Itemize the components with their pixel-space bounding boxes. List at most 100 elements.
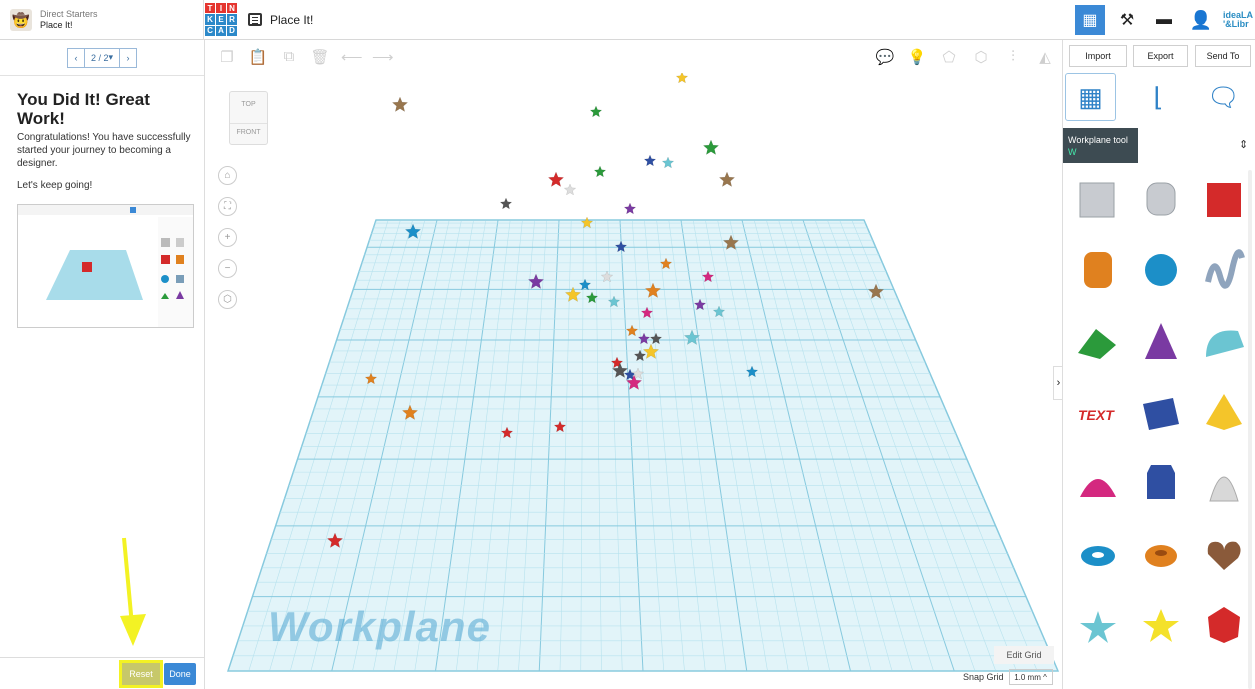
home-view-icon[interactable]: ⌂ <box>218 166 237 185</box>
fit-view-icon[interactable]: ⛶ <box>218 197 237 216</box>
polygon-shape[interactable] <box>1135 386 1187 438</box>
logo-letter: I <box>216 3 226 14</box>
zoom-in-icon[interactable]: + <box>218 228 237 247</box>
prev-step-button[interactable]: ‹ <box>67 47 85 68</box>
brand-line-2: '&Libr <box>1222 19 1249 29</box>
perspective-icon[interactable]: ⬡ <box>218 290 237 309</box>
duplicate-icon[interactable]: ⧉ <box>279 48 299 65</box>
confetti-star <box>675 73 689 84</box>
star-shape[interactable] <box>1072 599 1124 651</box>
toolbar-right: 💬 💡 ⬠ ⬡ ⫶ ◭ <box>869 40 1061 73</box>
tube-shape[interactable] <box>1135 528 1187 580</box>
document-list-icon[interactable] <box>248 13 262 26</box>
mirror-icon[interactable]: ◭ <box>1035 48 1055 66</box>
cylinder-hole-shape[interactable] <box>1135 173 1187 225</box>
confetti-star <box>661 156 675 169</box>
hexagonal-prism-shape[interactable] <box>1135 457 1187 509</box>
lesson-heading: You Did It! Great Work! <box>17 90 150 128</box>
workplane-tool-button[interactable]: ▦ <box>1065 73 1116 121</box>
pickaxe-icon[interactable]: ⚒ <box>1112 5 1142 35</box>
send-to-button[interactable]: Send To <box>1195 45 1251 67</box>
light-icon[interactable]: 💡 <box>907 48 927 66</box>
roof-shape[interactable] <box>1072 315 1124 367</box>
shape-icon[interactable]: ⬠ <box>939 48 959 66</box>
shape-outline-icon[interactable]: ⬡ <box>971 48 991 66</box>
confetti-star <box>499 197 513 210</box>
bricks-icon[interactable]: ▬ <box>1149 5 1179 35</box>
yellow-arrow-annotation <box>120 537 146 646</box>
add-user-icon[interactable]: 👤 <box>1186 5 1216 35</box>
top-right-nav: ▦ ⚒ ▬ 👤 ideaLA '&Libr <box>1074 0 1255 40</box>
lesson-avatar: 🤠 <box>10 9 32 31</box>
confetti-star <box>593 165 607 178</box>
paraboloid-shape[interactable] <box>1198 457 1250 509</box>
notes-icon[interactable]: 💬 <box>875 48 895 66</box>
box-hole-shape[interactable] <box>1072 173 1124 225</box>
logo-letter: K <box>205 14 215 25</box>
lesson-panel: ‹ 2 / 2 ▾ › You Did It! Great Work! Congr… <box>0 40 205 689</box>
zoom-out-icon[interactable]: − <box>218 259 237 278</box>
logo-letter: C <box>205 25 215 36</box>
gem-shape[interactable] <box>1198 599 1250 651</box>
workplane-canvas[interactable]: TOP FRONT ⌂ ⛶ + − ⬡ Workplane Edit Grid … <box>206 73 1061 689</box>
notes-tool-button[interactable]: 🗨 <box>1198 73 1249 121</box>
tooltip-title: Workplane tool <box>1068 135 1128 145</box>
document-title[interactable]: Place It! <box>270 13 313 27</box>
cylinder-shape[interactable] <box>1072 244 1124 296</box>
done-button[interactable]: Done <box>164 663 196 685</box>
confetti-star <box>702 139 720 156</box>
snap-grid-label: Snap Grid <box>963 672 1004 682</box>
delete-icon[interactable]: 🗑 <box>310 48 330 66</box>
shape-library: TEXT <box>1063 168 1255 689</box>
export-button[interactable]: Export <box>1133 45 1188 67</box>
confetti-star <box>643 154 657 167</box>
shape-scrollbar[interactable] <box>1248 170 1252 689</box>
copy-icon[interactable]: ❐ <box>217 48 237 66</box>
shape-library-select[interactable]: ⇕ <box>1239 138 1248 151</box>
text-shape[interactable]: TEXT <box>1072 386 1124 438</box>
half-sphere-shape[interactable] <box>1072 457 1124 509</box>
view-cube-top[interactable]: TOP <box>230 101 267 108</box>
sphere-shape[interactable] <box>1135 244 1187 296</box>
next-step-button[interactable]: › <box>119 47 137 68</box>
step-select[interactable]: 2 / 2 ▾ <box>85 47 119 68</box>
torus-shape[interactable] <box>1072 528 1124 580</box>
lesson-pager: ‹ 2 / 2 ▾ › <box>0 40 204 76</box>
ruler-tool-button[interactable]: ⌊ <box>1133 73 1184 121</box>
confetti-star <box>589 105 603 118</box>
workplane-grid[interactable] <box>206 73 1061 689</box>
logo-letter: E <box>216 14 226 25</box>
star-gold-shape[interactable] <box>1135 599 1187 651</box>
view-cube-front[interactable]: FRONT <box>230 123 267 136</box>
logo-letter: T <box>205 3 215 14</box>
round-roof-shape[interactable] <box>1198 315 1250 367</box>
align-icon[interactable]: ⫶ <box>1003 48 1023 65</box>
snap-grid-select[interactable]: 1.0 mm ^ <box>1008 669 1053 685</box>
chevron-right-icon: › <box>1056 377 1061 389</box>
edit-grid-button[interactable]: Edit Grid <box>994 646 1054 664</box>
view-cube[interactable]: TOP FRONT <box>229 91 268 145</box>
pyramid-shape[interactable] <box>1198 386 1250 438</box>
cone-shape[interactable] <box>1135 315 1187 367</box>
lesson-title: Place It! <box>40 20 73 30</box>
undo-icon[interactable]: ⟵ <box>341 48 363 66</box>
snap-grid-control: Snap Grid 1.0 mm ^ <box>963 669 1053 685</box>
import-button[interactable]: Import <box>1069 45 1127 67</box>
step-indicator: 2 / 2 <box>90 52 109 63</box>
account-brand[interactable]: ideaLA '&Libr <box>1223 11 1253 29</box>
workplane-icon: ▦ <box>1078 81 1103 112</box>
reset-button[interactable]: Reset <box>122 663 160 685</box>
lesson-header: 🤠 Direct Starters Place It! <box>0 0 204 40</box>
lesson-preview-image <box>17 204 194 328</box>
shapes-panel: Import Export Send To ▦ ⌊ 🗨 Workplane to… <box>1062 40 1255 689</box>
redo-icon[interactable]: ⟶ <box>372 48 394 66</box>
tooltip-shortcut: W <box>1068 147 1077 157</box>
heart-shape[interactable] <box>1198 528 1250 580</box>
note-icon: 🗨 <box>1206 81 1240 112</box>
tinkercad-logo[interactable]: TIN KER CAD <box>205 3 238 36</box>
paste-icon[interactable]: 📋 <box>248 48 268 66</box>
lesson-titles: Direct Starters Place It! <box>40 9 98 31</box>
scribble-shape[interactable] <box>1198 244 1250 296</box>
3d-view-icon[interactable]: ▦ <box>1074 5 1105 35</box>
box-shape[interactable] <box>1198 173 1250 225</box>
